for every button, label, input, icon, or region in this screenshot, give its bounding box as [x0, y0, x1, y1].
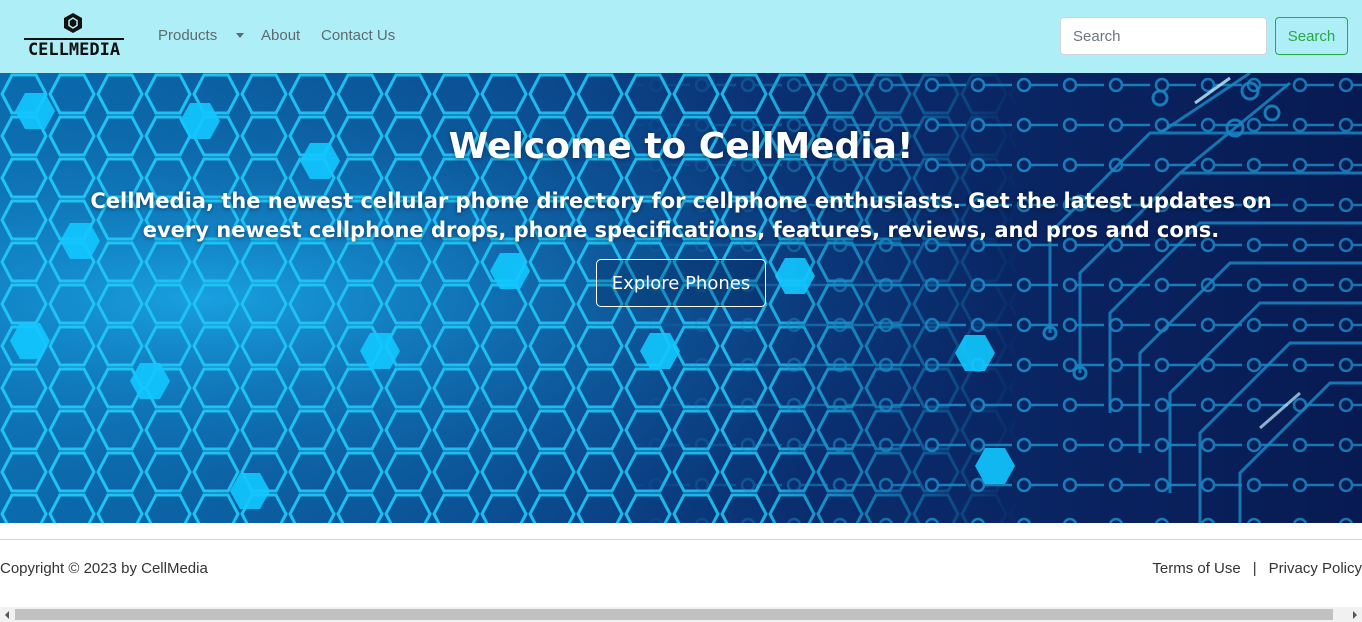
search-input[interactable] [1060, 17, 1267, 55]
scroll-left-arrow-icon[interactable] [0, 607, 15, 622]
footer-links: Terms of Use | Privacy Policy [1152, 559, 1362, 579]
brand-logo[interactable]: CELLMEDIA [24, 12, 124, 60]
search-button[interactable]: Search [1275, 17, 1348, 55]
footer-separator: | [1252, 560, 1257, 577]
scroll-right-arrow-icon[interactable] [1347, 607, 1362, 622]
explore-phones-button[interactable]: Explore Phones [596, 259, 766, 307]
logo-text: CELLMEDIA [27, 40, 121, 60]
terms-of-use-link[interactable]: Terms of Use [1152, 560, 1240, 577]
caret-down-icon[interactable] [236, 33, 244, 38]
navbar: CELLMEDIA Products About Contact Us Sear… [0, 0, 1362, 73]
nav-products-dropdown[interactable]: Products [158, 26, 217, 46]
footer-divider [0, 539, 1362, 540]
hero-banner: Welcome to CellMedia! CellMedia, the new… [0, 73, 1362, 523]
hero-description: CellMedia, the newest cellular phone dir… [90, 189, 1272, 242]
copyright-text: Copyright © 2023 by CellMedia [0, 560, 208, 577]
privacy-policy-link[interactable]: Privacy Policy [1269, 560, 1362, 577]
nav-about-link[interactable]: About [261, 26, 300, 46]
hexagon-chip-icon [64, 13, 82, 33]
nav-contact-link[interactable]: Contact Us [321, 26, 395, 46]
hero-title: Welcome to CellMedia! [448, 126, 914, 167]
horizontal-scrollbar[interactable] [0, 607, 1362, 622]
scrollbar-thumb[interactable] [15, 609, 1333, 620]
